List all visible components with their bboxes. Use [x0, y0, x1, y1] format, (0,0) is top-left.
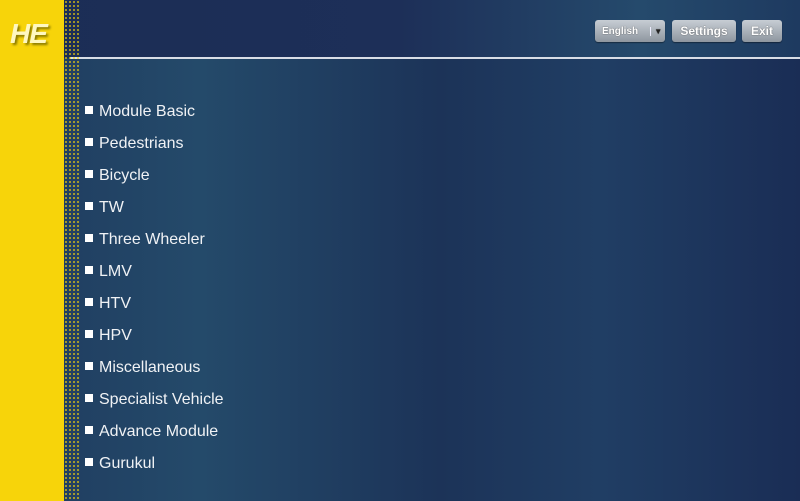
- menu-item-tw[interactable]: TW: [85, 192, 224, 224]
- menu-item-label: Advance Module: [99, 423, 219, 440]
- menu-item-label: HPV: [99, 327, 132, 344]
- menu-item-label: Specialist Vehicle: [99, 391, 224, 408]
- app-logo: HE: [10, 18, 48, 49]
- bullet-icon: [85, 266, 93, 274]
- bullet-icon: [85, 458, 93, 466]
- menu-item-lmv[interactable]: LMV: [85, 256, 224, 288]
- bullet-icon: [85, 426, 93, 434]
- menu-item-label: Miscellaneous: [99, 359, 201, 376]
- bullet-icon: [85, 362, 93, 370]
- menu-item-miscellaneous[interactable]: Miscellaneous: [85, 352, 224, 384]
- bullet-icon: [85, 106, 93, 114]
- bullet-icon: [85, 298, 93, 306]
- menu-item-gurukul[interactable]: Gurukul: [85, 448, 224, 480]
- menu-item-specialist-vehicle[interactable]: Specialist Vehicle: [85, 384, 224, 416]
- menu-item-label: LMV: [99, 263, 132, 280]
- menu-item-module-basic[interactable]: Module Basic: [85, 96, 224, 128]
- module-menu: Module Basic Pedestrians Bicycle TW Thre…: [85, 96, 224, 480]
- chevron-down-icon[interactable]: ▼: [650, 26, 665, 36]
- language-select[interactable]: English ▼: [595, 20, 665, 42]
- menu-item-label: Three Wheeler: [99, 231, 205, 248]
- menu-item-label: Module Basic: [99, 103, 196, 120]
- settings-button[interactable]: Settings: [672, 20, 736, 42]
- menu-item-label: Gurukul: [99, 455, 156, 472]
- bullet-icon: [85, 138, 93, 146]
- menu-item-three-wheeler[interactable]: Three Wheeler: [85, 224, 224, 256]
- menu-item-label: Bicycle: [99, 167, 150, 184]
- bullet-icon: [85, 394, 93, 402]
- halftone-pattern: [40, 0, 80, 501]
- language-selected: English: [602, 25, 639, 37]
- menu-item-label: HTV: [99, 295, 131, 312]
- bullet-icon: [85, 202, 93, 210]
- menu-item-hpv[interactable]: HPV: [85, 320, 224, 352]
- menu-item-htv[interactable]: HTV: [85, 288, 224, 320]
- bullet-icon: [85, 330, 93, 338]
- menu-item-pedestrians[interactable]: Pedestrians: [85, 128, 224, 160]
- menu-item-label: TW: [99, 199, 124, 216]
- exit-button[interactable]: Exit: [742, 20, 782, 42]
- bullet-icon: [85, 234, 93, 242]
- menu-item-advance-module[interactable]: Advance Module: [85, 416, 224, 448]
- header-divider: [70, 57, 800, 59]
- menu-item-label: Pedestrians: [99, 135, 184, 152]
- bullet-icon: [85, 170, 93, 178]
- menu-item-bicycle[interactable]: Bicycle: [85, 160, 224, 192]
